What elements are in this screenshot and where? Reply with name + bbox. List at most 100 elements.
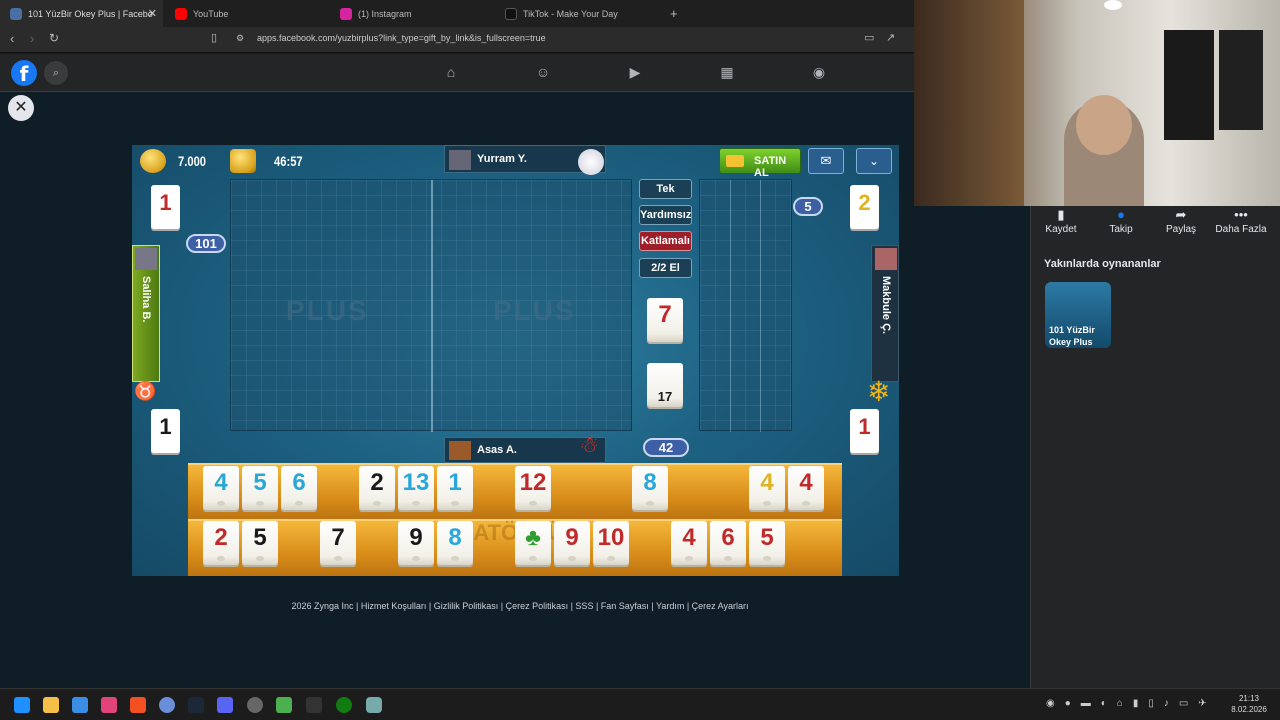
webcam-overlay — [914, 0, 1280, 206]
follow-button[interactable]: ● Takip — [1091, 206, 1151, 235]
coins-value: 7.000 — [178, 153, 207, 169]
discard-board: PLUS PLUS — [230, 179, 632, 432]
more-label: Daha Fazla — [1215, 224, 1267, 235]
mode-hand: 2/2 El — [639, 258, 692, 278]
search-icon[interactable]: ⌕ — [44, 61, 68, 85]
tile-dot — [373, 501, 381, 506]
rack-tile[interactable]: 13 — [398, 466, 434, 510]
rack-tile[interactable]: 8 — [632, 466, 668, 510]
rack-tile[interactable]: 6 — [710, 521, 746, 565]
friends-icon[interactable]: ☺ — [534, 64, 552, 82]
tile-dot — [412, 556, 420, 561]
recent-game-card[interactable]: 101 YüzBir Okey Plus — [1045, 282, 1111, 348]
left-player-panel: Saliha B. — [132, 245, 160, 382]
rack-tile[interactable]: 4 — [203, 466, 239, 510]
coins-icon — [140, 149, 166, 173]
tab-yuzbir[interactable]: 101 YüzBir Okey Plus | Facebo ✕ — [0, 0, 163, 27]
browser-icon[interactable] — [159, 697, 175, 713]
board-logo-right: PLUS — [493, 295, 576, 326]
tile-dot — [529, 556, 537, 561]
discord-icon[interactable] — [217, 697, 233, 713]
xbox-icon[interactable] — [336, 697, 352, 713]
back-icon[interactable]: ‹ — [10, 31, 14, 46]
window-dark — [1164, 30, 1214, 140]
app-icon-2[interactable] — [366, 697, 382, 713]
forward-icon[interactable]: › — [30, 31, 34, 46]
close-icon[interactable]: ✕ — [8, 95, 34, 121]
more-icon: ••• — [1234, 207, 1248, 222]
clock-date: 8.02.2026 — [1231, 705, 1267, 714]
rack-tile[interactable]: 9 — [554, 521, 590, 565]
tab-youtube[interactable]: YouTube — [165, 0, 330, 27]
board-divider — [730, 180, 731, 432]
close-tab-icon[interactable]: ✕ — [148, 7, 157, 20]
tab-tiktok[interactable]: TikTok - Make Your Day — [495, 0, 660, 27]
save-button[interactable]: ▮ Kaydet — [1031, 206, 1091, 235]
seat-tile-bottom-left[interactable]: 1 — [151, 409, 180, 453]
seat-tile-top-right[interactable]: 2 — [850, 185, 879, 229]
groups-icon[interactable]: ◉ — [810, 64, 828, 82]
share-icon[interactable]: ↗ — [886, 31, 895, 44]
seat-tile-top-left[interactable]: 1 — [151, 185, 180, 229]
top-player-name: Yurram Y. — [477, 153, 527, 165]
tab-instagram[interactable]: (1) Instagram — [330, 0, 495, 27]
instagram-icon[interactable] — [101, 697, 117, 713]
video-icon[interactable]: ▶ — [626, 64, 644, 82]
rack-tile[interactable]: 5 — [242, 466, 278, 510]
brave-icon[interactable] — [130, 697, 146, 713]
indicator-tile[interactable]: 7 — [647, 298, 683, 342]
rack-tile[interactable]: 8 — [437, 521, 473, 565]
start-icon[interactable] — [14, 697, 30, 713]
game-favicon-icon — [10, 7, 22, 20]
share-button[interactable]: ➦ Paylaş — [1151, 206, 1211, 235]
footer-links[interactable]: 2026 Zynga Inc | Hizmet Koşulları | Gizl… — [0, 601, 1040, 611]
bookmark-icon[interactable]: ▯ — [211, 31, 217, 44]
bottom-player-name: Asas A. — [477, 444, 517, 456]
rack-tile[interactable]: 5 — [242, 521, 278, 565]
tile-dot — [529, 501, 537, 506]
file-explorer-icon[interactable] — [43, 697, 59, 713]
timer-value: 46:57 — [274, 153, 303, 169]
app-icon[interactable] — [72, 697, 88, 713]
system-tray-icons[interactable]: ◉●▬◐⌂▮▯♪▭✈ — [1046, 698, 1217, 709]
more-button[interactable]: ••• Daha Fazla — [1211, 206, 1271, 235]
tile-dot — [217, 556, 225, 561]
screen-icon[interactable]: ▭ — [864, 31, 874, 44]
rack-tile[interactable]: 4 — [671, 521, 707, 565]
rack-tile[interactable]: 7 — [320, 521, 356, 565]
url-field[interactable]: apps.facebook.com/yuzbirplus?link_type=g… — [257, 33, 546, 43]
rack-tile[interactable]: 1 — [437, 466, 473, 510]
rack-tile[interactable]: 5 — [749, 521, 785, 565]
chat-icon[interactable]: ✉ — [808, 148, 844, 174]
facebook-logo-icon[interactable]: f — [11, 60, 37, 86]
buy-button[interactable]: SATIN AL — [719, 148, 801, 179]
rack-tile[interactable]: 6 — [281, 466, 317, 510]
rack-tile[interactable]: 2 — [359, 466, 395, 510]
draw-pile[interactable]: 17 — [647, 363, 683, 407]
right-sidebar: ▮ Kaydet ● Takip ➦ Paylaş ••• Daha Fazla Yak… — [1030, 206, 1280, 688]
tile-dot — [763, 556, 771, 561]
rack-tile[interactable]: 2 — [203, 521, 239, 565]
window-dark — [1219, 30, 1263, 130]
home-icon[interactable]: ⌂ — [442, 64, 460, 82]
tile-dot — [802, 501, 810, 506]
clock[interactable]: 21:13 8.02.2026 — [1224, 693, 1274, 715]
rack-tile[interactable]: 4 — [749, 466, 785, 510]
rack-tile[interactable]: 9 — [398, 521, 434, 565]
rack-tile[interactable]: ♣ — [515, 521, 551, 565]
score-bottom: 42 — [643, 438, 689, 457]
marketplace-icon[interactable]: ▦ — [718, 64, 736, 82]
settings-icon[interactable] — [247, 697, 263, 713]
rack-tile[interactable]: 10 — [593, 521, 629, 565]
rack-tile[interactable]: 12 — [515, 466, 551, 510]
site-info-icon[interactable]: ⚙ — [236, 33, 244, 44]
steam-icon[interactable] — [188, 697, 204, 713]
rack-tile[interactable]: 4 — [788, 466, 824, 510]
new-tab-button[interactable]: + — [660, 0, 680, 27]
tab-title: (1) Instagram — [358, 8, 412, 19]
epic-icon[interactable] — [306, 697, 322, 713]
seat-tile-bottom-right[interactable]: 1 — [850, 409, 879, 453]
reload-icon[interactable]: ↻ — [49, 31, 59, 45]
chevron-down-icon[interactable]: ⌄ — [856, 148, 892, 174]
minecraft-icon[interactable] — [276, 697, 292, 713]
